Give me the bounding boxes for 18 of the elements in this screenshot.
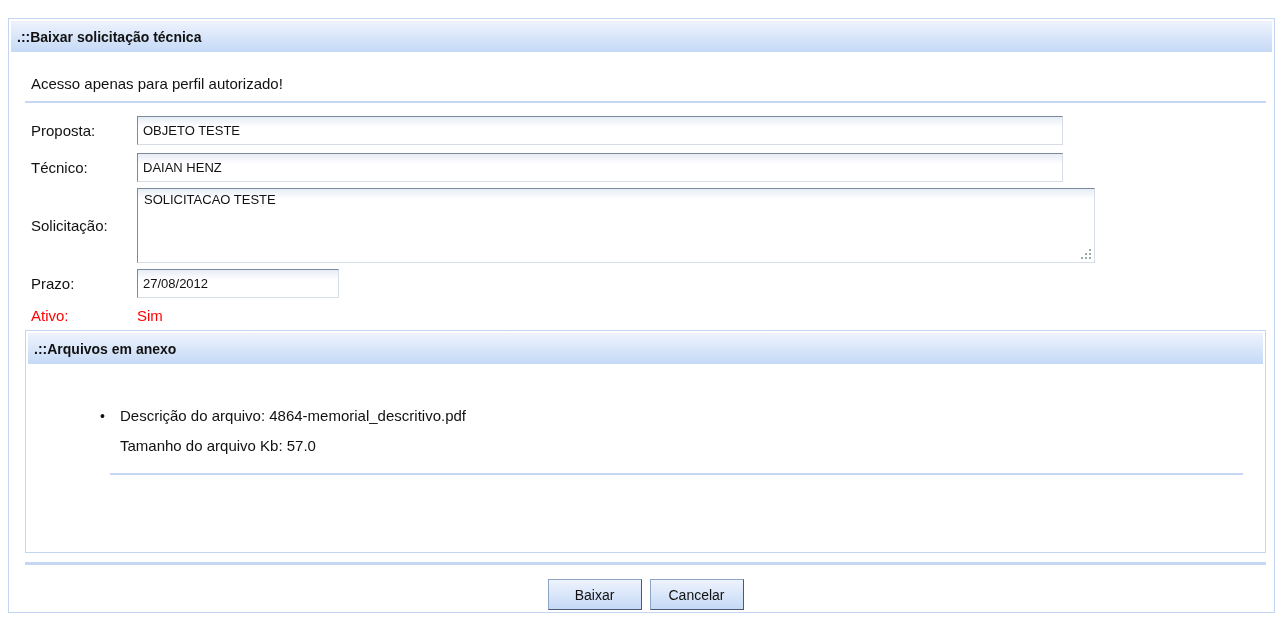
resize-grip-icon[interactable] xyxy=(1081,249,1091,259)
field-label: Técnico: xyxy=(31,159,89,176)
input-field[interactable]: DAIAN HENZ xyxy=(137,153,1063,182)
download-button[interactable]: Baixar xyxy=(547,579,642,610)
bullet: • xyxy=(100,407,106,426)
field-label: Prazo: xyxy=(31,275,76,292)
cancel-button[interactable]: Cancelar xyxy=(649,579,744,610)
panel-title: .::Baixar solicitação técnica xyxy=(17,28,202,45)
field-label: Solicitação: xyxy=(31,217,109,234)
file-description: Descrição do arquivo: 4864-memorial_descritivo.pdf xyxy=(120,406,466,426)
file-size: Tamanho do arquivo Kb: 57.0 xyxy=(120,436,316,456)
input-field[interactable]: 27/08/2012 xyxy=(137,269,339,298)
input-field[interactable]: OBJETO TESTE xyxy=(137,116,1063,145)
status-label: Ativo: xyxy=(31,307,70,324)
text-area[interactable]: SOLICITACAO TESTE xyxy=(137,188,1095,263)
field-label: Proposta: xyxy=(31,122,97,139)
panel-title: .::Arquivos em anexo xyxy=(34,340,177,357)
status-value: Sim xyxy=(137,307,163,324)
